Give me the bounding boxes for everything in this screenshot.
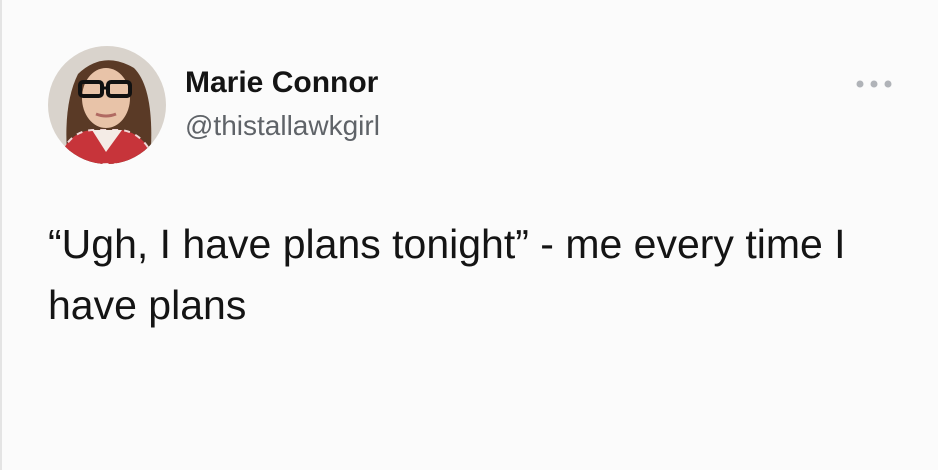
- profile-photo: [48, 46, 166, 164]
- tweet-text: “Ugh, I have plans tonight” - me every t…: [48, 221, 846, 328]
- more-horizontal-icon: [856, 80, 892, 88]
- more-options-button[interactable]: [854, 74, 894, 94]
- author-display-name[interactable]: Marie Connor: [185, 66, 378, 100]
- avatar[interactable]: [48, 46, 166, 164]
- author-handle[interactable]: @thistallawkgirl: [185, 110, 380, 142]
- tweet-card: Marie Connor @thistallawkgirl “Ugh, I ha…: [0, 0, 938, 470]
